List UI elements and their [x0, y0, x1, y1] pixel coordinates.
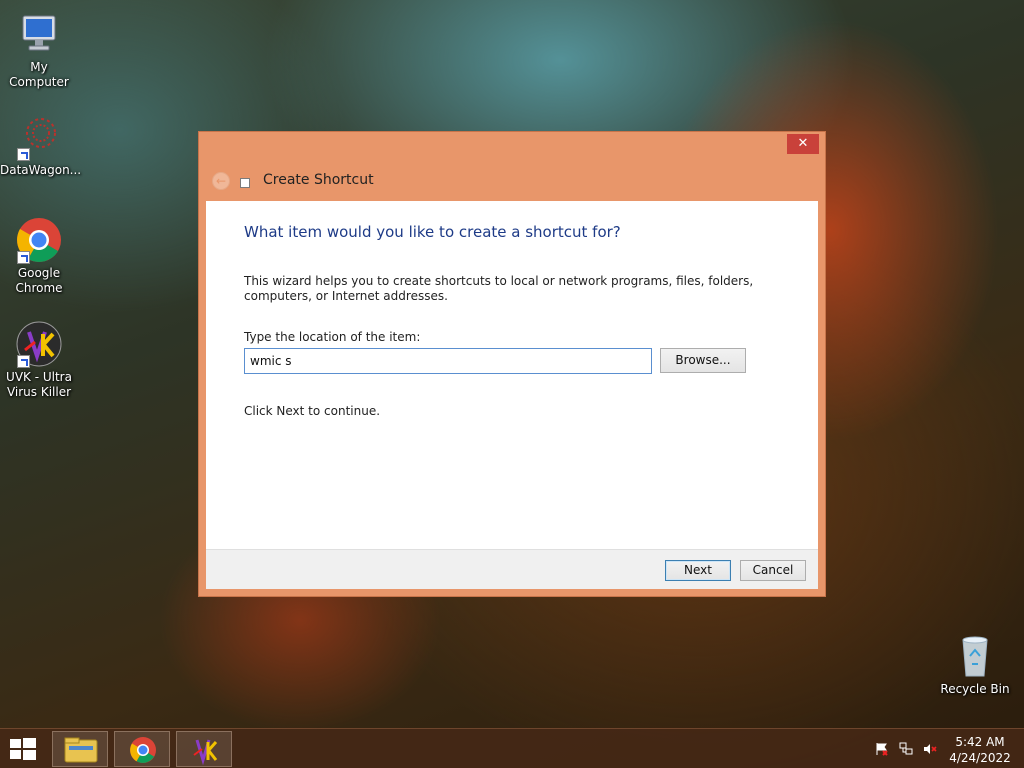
location-input[interactable]: wmic s — [244, 348, 652, 374]
create-shortcut-dialog: ✕ ← Create Shortcut What item would you … — [198, 131, 826, 597]
dialog-title: Create Shortcut — [263, 172, 374, 188]
desktop-icon-label: DataWagon... — [0, 163, 82, 177]
computer-icon — [15, 10, 63, 58]
desktop-icon-label: Recycle Bin — [940, 682, 1010, 696]
windows-logo-icon — [10, 739, 21, 748]
desktop-icon-google-chrome[interactable]: Google Chrome — [0, 216, 78, 296]
datawagon-icon — [15, 113, 63, 161]
taskbar-file-explorer[interactable] — [52, 731, 108, 767]
recycle-bin-icon — [951, 632, 999, 680]
uvk-icon — [193, 739, 218, 766]
clock-date: 4/24/2022 — [949, 751, 1011, 765]
browse-button[interactable]: Browse... — [660, 348, 746, 373]
desktop-icon-label: Google Chrome — [15, 266, 63, 295]
shortcut-icon — [240, 178, 250, 188]
cancel-button[interactable]: Cancel — [740, 560, 806, 581]
back-arrow-icon[interactable]: ← — [212, 172, 230, 190]
desktop-icon-label: My Computer — [9, 60, 69, 89]
taskbar-uvk[interactable] — [176, 731, 232, 767]
file-explorer-icon — [64, 737, 98, 763]
desktop-icon-datawagon[interactable]: DataWagon... — [0, 113, 82, 178]
shortcut-arrow-icon — [17, 251, 30, 264]
next-button[interactable]: Next — [665, 560, 731, 581]
continue-hint: Click Next to continue. — [244, 404, 381, 418]
desktop-icon-label: UVK - Ultra Virus Killer — [6, 370, 72, 399]
wizard-heading: What item would you like to create a sho… — [244, 223, 621, 241]
start-button[interactable] — [8, 736, 38, 762]
desktop-icon-uvk[interactable]: UVK - Ultra Virus Killer — [0, 320, 78, 400]
desktop-icon-my-computer[interactable]: My Computer — [0, 10, 78, 90]
wizard-description: This wizard helps you to create shortcut… — [244, 274, 754, 303]
uvk-icon — [15, 320, 63, 368]
close-button[interactable]: ✕ — [787, 134, 819, 154]
desktop-icon-recycle-bin[interactable]: Recycle Bin — [936, 632, 1014, 697]
clock-time: 5:42 AM — [955, 735, 1005, 749]
shortcut-arrow-icon — [17, 355, 30, 368]
taskbar: 5:42 AM 4/24/2022 — [0, 728, 1024, 768]
wizard-footer: Next Cancel — [206, 549, 818, 589]
system-clock[interactable]: 5:42 AM 4/24/2022 — [948, 734, 1012, 766]
shortcut-arrow-icon — [17, 148, 30, 161]
location-label: Type the location of the item: — [244, 330, 421, 344]
wizard-content: What item would you like to create a sho… — [206, 201, 818, 589]
chrome-icon — [130, 737, 156, 763]
taskbar-chrome[interactable] — [114, 731, 170, 767]
network-icon[interactable] — [899, 742, 913, 756]
chrome-icon — [15, 216, 63, 264]
volume-muted-icon[interactable] — [923, 742, 937, 756]
action-center-flag-icon[interactable] — [875, 742, 889, 756]
